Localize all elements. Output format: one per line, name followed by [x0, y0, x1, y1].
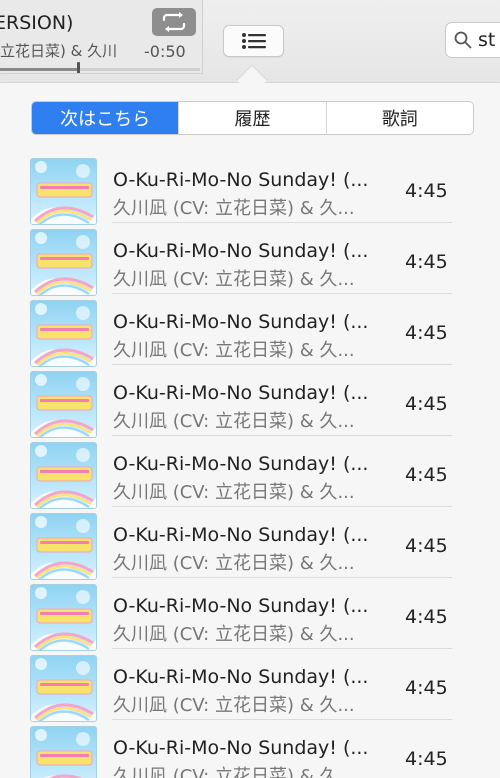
album-artwork — [30, 655, 97, 722]
track-row[interactable]: O-Ku-Ri-Mo-No Sunday! (... 久川凪 (CV: 立花日菜… — [0, 507, 500, 580]
track-title: O-Ku-Ri-Mo-No Sunday! (... — [113, 737, 369, 759]
album-artwork — [30, 584, 97, 651]
repeat-button[interactable] — [152, 8, 196, 36]
repeat-icon — [162, 12, 186, 32]
remaining-time: -0:50 — [144, 42, 186, 61]
track-duration: 4:45 — [405, 748, 448, 770]
tab-lyrics[interactable]: 歌詞 — [325, 102, 473, 134]
track-row[interactable]: O-Ku-Ri-Mo-No Sunday! (... 久川凪 (CV: 立花日菜… — [0, 152, 500, 225]
album-artwork — [30, 158, 97, 225]
track-title: O-Ku-Ri-Mo-No Sunday! (... — [113, 240, 369, 262]
track-artist: 久川凪 (CV: 立花日菜) & 久... — [113, 766, 355, 778]
track-row[interactable]: O-Ku-Ri-Mo-No Sunday! (... 久川凪 (CV: 立花日菜… — [0, 436, 500, 509]
now-playing-display[interactable]: ERSION) 立花日菜) & 久川 -0:50 — [0, 0, 203, 74]
album-artwork — [30, 300, 97, 367]
track-title: O-Ku-Ri-Mo-No Sunday! (... — [113, 169, 369, 191]
tab-history[interactable]: 履歴 — [178, 102, 325, 134]
album-artwork — [30, 726, 97, 778]
track-title: O-Ku-Ri-Mo-No Sunday! (... — [113, 666, 369, 688]
track-title: O-Ku-Ri-Mo-No Sunday! (... — [113, 595, 369, 617]
track-row[interactable]: O-Ku-Ri-Mo-No Sunday! (... 久川凪 (CV: 立花日菜… — [0, 223, 500, 296]
music-app-window: ERSION) 立花日菜) & 久川 -0:50 st 次はこちら 履歴 歌詞 … — [0, 0, 500, 778]
track-title: O-Ku-Ri-Mo-No Sunday! (... — [113, 382, 369, 404]
track-artist: 久川凪 (CV: 立花日菜) & 久... — [113, 340, 355, 361]
track-title: O-Ku-Ri-Mo-No Sunday! (... — [113, 453, 369, 475]
search-icon — [454, 31, 472, 49]
track-duration: 4:45 — [405, 251, 448, 273]
up-next-track-list: O-Ku-Ri-Mo-No Sunday! (... 久川凪 (CV: 立花日菜… — [0, 152, 500, 778]
track-duration: 4:45 — [405, 606, 448, 628]
album-artwork — [30, 442, 97, 509]
track-list-scrollbar[interactable] — [493, 152, 497, 772]
track-duration: 4:45 — [405, 464, 448, 486]
search-field[interactable]: st — [445, 22, 500, 58]
track-artist: 久川凪 (CV: 立花日菜) & 久... — [113, 624, 355, 645]
track-artist: 久川凪 (CV: 立花日菜) & 久... — [113, 553, 355, 574]
track-artist: 久川凪 (CV: 立花日菜) & 久... — [113, 695, 355, 716]
track-title: O-Ku-Ri-Mo-No Sunday! (... — [113, 311, 369, 333]
playback-progress-bar[interactable] — [0, 68, 200, 71]
track-row[interactable]: O-Ku-Ri-Mo-No Sunday! (... 久川凪 (CV: 立花日菜… — [0, 365, 500, 438]
search-input-value: st — [478, 29, 496, 51]
track-artist: 久川凪 (CV: 立花日菜) & 久... — [113, 411, 355, 432]
album-artwork — [30, 371, 97, 438]
album-artwork — [30, 229, 97, 296]
track-row[interactable]: O-Ku-Ri-Mo-No Sunday! (... 久川凪 (CV: 立花日菜… — [0, 649, 500, 722]
now-playing-artist: 立花日菜) & 久川 — [0, 42, 118, 60]
now-playing-title: ERSION) — [0, 12, 74, 34]
track-row[interactable]: O-Ku-Ri-Mo-No Sunday! (... 久川凪 (CV: 立花日菜… — [0, 578, 500, 651]
up-next-list-button[interactable] — [223, 25, 284, 57]
track-duration: 4:45 — [405, 535, 448, 557]
track-artist: 久川凪 (CV: 立花日菜) & 久... — [113, 198, 355, 219]
track-duration: 4:45 — [405, 180, 448, 202]
album-artwork — [30, 513, 97, 580]
track-row[interactable]: O-Ku-Ri-Mo-No Sunday! (... 久川凪 (CV: 立花日菜… — [0, 294, 500, 367]
track-title: O-Ku-Ri-Mo-No Sunday! (... — [113, 524, 369, 546]
track-artist: 久川凪 (CV: 立花日菜) & 久... — [113, 269, 355, 290]
track-duration: 4:45 — [405, 322, 448, 344]
list-icon — [241, 33, 266, 49]
track-duration: 4:45 — [405, 677, 448, 699]
track-artist: 久川凪 (CV: 立花日菜) & 久... — [113, 482, 355, 503]
tab-up-next[interactable]: 次はこちら — [32, 102, 179, 134]
playback-progress-fill — [0, 68, 78, 71]
track-row[interactable]: O-Ku-Ri-Mo-No Sunday! (... 久川凪 (CV: 立花日菜… — [0, 720, 500, 778]
track-duration: 4:45 — [405, 393, 448, 415]
popover-tab-control: 次はこちら 履歴 歌詞 — [31, 101, 474, 135]
playback-scrubber-handle[interactable] — [77, 62, 80, 73]
